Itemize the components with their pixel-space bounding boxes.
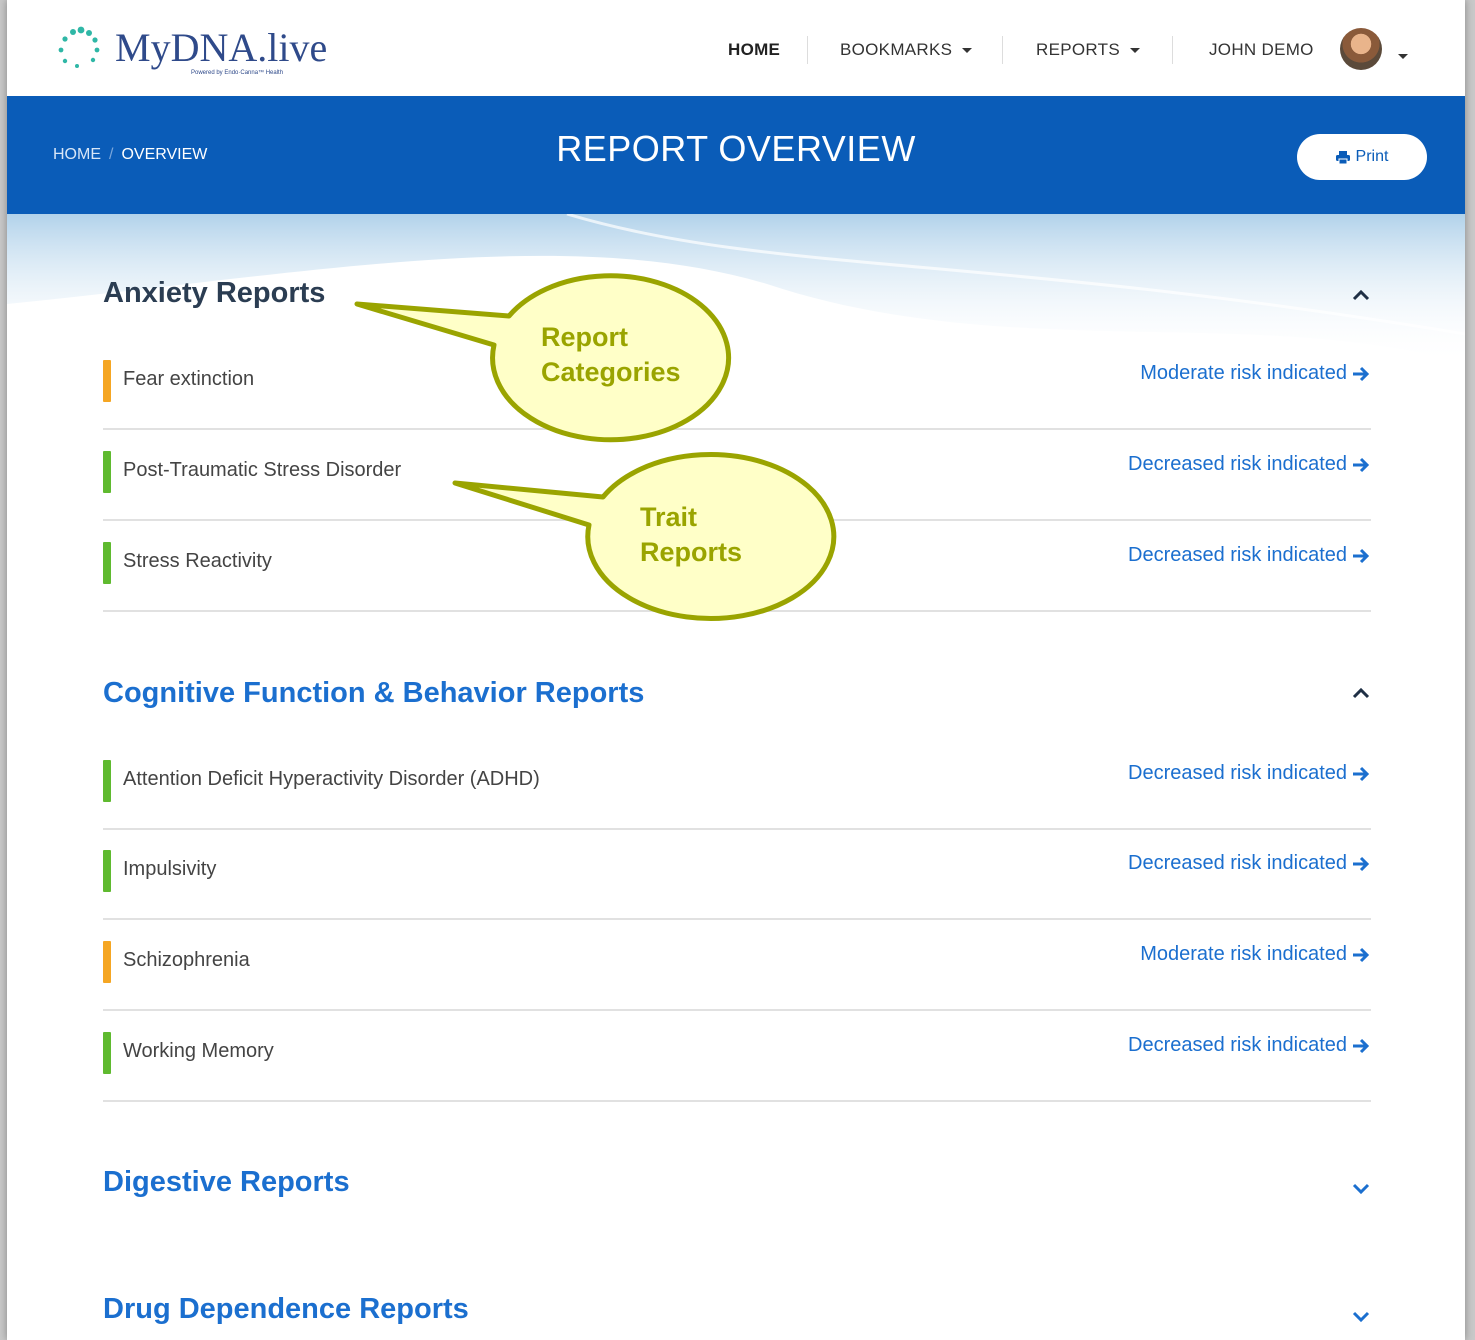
arrow-right-icon (1353, 856, 1370, 871)
row-divider (103, 610, 1371, 612)
risk-indicator-decreased (103, 1032, 111, 1074)
trait-name: Working Memory (123, 1040, 274, 1062)
callout-trait-reports: Trait Reports (640, 500, 742, 570)
category-title-cognitive[interactable]: Cognitive Function & Behavior Reports (103, 677, 644, 710)
trait-row[interactable]: Impulsivity Decreased risk indicated (103, 830, 1371, 920)
chevron-down-icon[interactable] (1350, 1178, 1372, 1200)
trait-name: Stress Reactivity (123, 550, 272, 572)
nav-reports-label: REPORTS (1036, 40, 1120, 59)
arrow-right-icon (1353, 457, 1370, 472)
callout-line: Reports (640, 537, 743, 567)
arrow-right-icon (1353, 366, 1370, 381)
nav-home[interactable]: HOME (728, 40, 780, 60)
risk-label: Decreased risk indicated (1128, 762, 1347, 784)
row-divider (103, 918, 1371, 920)
user-avatar[interactable] (1340, 28, 1382, 70)
risk-indicator-moderate (103, 941, 111, 983)
nav-divider (1002, 36, 1003, 64)
caret-down-icon (1398, 54, 1408, 60)
nav-reports[interactable]: REPORTS (1036, 40, 1140, 60)
risk-label: Moderate risk indicated (1140, 943, 1347, 965)
printer-icon (1335, 150, 1350, 164)
risk-link[interactable]: Decreased risk indicated (1128, 544, 1371, 567)
caret-down-icon (962, 48, 973, 54)
trait-row[interactable]: Schizophrenia Moderate risk indicated (103, 921, 1371, 1011)
app-frame: MyDNA.live Powered by Endo·Canna™ Health… (7, 0, 1465, 1340)
chevron-down-icon[interactable] (1350, 1306, 1372, 1328)
risk-indicator-decreased (103, 850, 111, 892)
trait-name: Attention Deficit Hyperactivity Disorder… (123, 768, 540, 790)
risk-link[interactable]: Decreased risk indicated (1128, 1034, 1371, 1057)
risk-indicator-decreased (103, 542, 111, 584)
row-divider (103, 428, 1371, 430)
callout-report-categories: Report Categories (541, 320, 681, 390)
top-navbar: MyDNA.live Powered by Endo·Canna™ Health… (7, 0, 1465, 96)
trait-name: Schizophrenia (123, 949, 250, 971)
trait-name: Fear extinction (123, 368, 255, 390)
arrow-right-icon (1353, 766, 1370, 781)
risk-label: Decreased risk indicated (1128, 544, 1347, 566)
page-title: REPORT OVERVIEW (556, 128, 916, 169)
risk-indicator-moderate (103, 360, 111, 402)
chevron-up-icon[interactable] (1350, 284, 1372, 306)
arrow-right-icon (1353, 947, 1370, 962)
trait-name: Impulsivity (123, 858, 217, 880)
nav-user-name[interactable]: JOHN DEMO (1209, 40, 1314, 60)
row-divider (103, 1100, 1371, 1102)
risk-link[interactable]: Moderate risk indicated (1140, 943, 1371, 966)
callout-line: Categories (541, 357, 681, 387)
risk-label: Decreased risk indicated (1128, 453, 1347, 475)
print-label: Print (1355, 148, 1389, 165)
category-title-anxiety[interactable]: Anxiety Reports (103, 277, 325, 310)
risk-label: Decreased risk indicated (1128, 1034, 1347, 1056)
risk-link[interactable]: Decreased risk indicated (1128, 453, 1371, 476)
nav-bookmarks[interactable]: BOOKMARKS (840, 40, 973, 60)
print-button[interactable]: Print (1297, 134, 1427, 180)
brand-logo[interactable]: MyDNA.live Powered by Endo·Canna™ Health (51, 22, 351, 82)
caret-down-icon (1129, 48, 1140, 54)
callout-line: Report (541, 322, 628, 352)
user-menu-toggle[interactable] (1398, 46, 1408, 66)
risk-link[interactable]: Decreased risk indicated (1128, 852, 1371, 875)
trait-row[interactable]: Attention Deficit Hyperactivity Disorder… (103, 740, 1371, 830)
nav-divider (807, 36, 808, 64)
risk-link[interactable]: Decreased risk indicated (1128, 762, 1371, 785)
row-divider (103, 1009, 1371, 1011)
callout-line: Trait (640, 502, 698, 532)
brand-name: MyDNA.live (115, 25, 328, 70)
risk-label: Moderate risk indicated (1140, 362, 1347, 384)
trait-name: Post-Traumatic Stress Disorder (123, 459, 402, 481)
arrow-right-icon (1353, 548, 1370, 563)
nav-divider (1172, 36, 1173, 64)
chevron-up-icon[interactable] (1350, 682, 1372, 704)
brand-tagline: Powered by Endo·Canna™ Health (191, 70, 284, 76)
risk-indicator-decreased (103, 451, 111, 493)
logo-dots-icon (58, 26, 100, 68)
risk-label: Decreased risk indicated (1128, 852, 1347, 874)
trait-row[interactable]: Working Memory Decreased risk indicated (103, 1012, 1371, 1102)
trait-row[interactable]: Fear extinction Moderate risk indicated (103, 340, 1371, 430)
category-title-drug-dependence[interactable]: Drug Dependence Reports (103, 1293, 469, 1326)
nav-bookmarks-label: BOOKMARKS (840, 40, 953, 59)
risk-indicator-decreased (103, 760, 111, 802)
risk-link[interactable]: Moderate risk indicated (1140, 362, 1371, 385)
category-title-digestive[interactable]: Digestive Reports (103, 1166, 350, 1199)
arrow-right-icon (1353, 1038, 1370, 1053)
